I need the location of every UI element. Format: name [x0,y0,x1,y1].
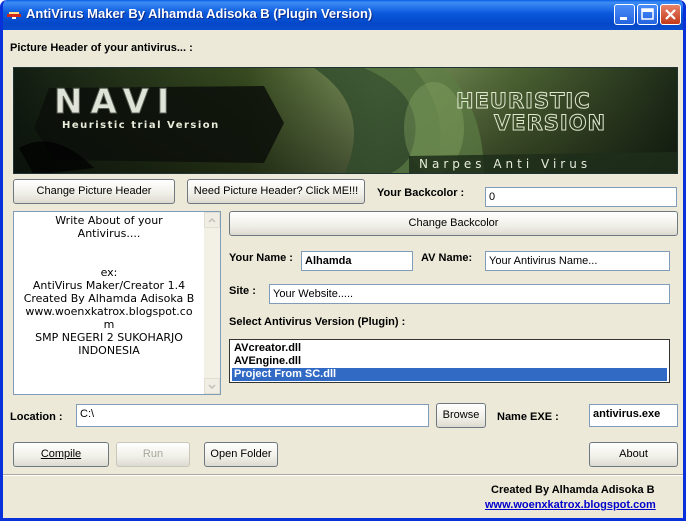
memo-line: www.woenxkatrox.blogspot.co [25,305,193,318]
scroll-down-button[interactable] [204,378,220,394]
header-picture: NAVI Heuristic trial Version HEURISTIC V… [13,67,678,174]
run-button[interactable]: Run [116,442,190,467]
credit-text: Created By Alhamda Adisoka B [491,484,655,496]
window-title: AntiVirus Maker By Alhamda Adisoka B (Pl… [26,6,373,21]
av-name-input[interactable]: Your Antivirus Name... [485,251,670,271]
site-input[interactable]: Your Website..... [269,284,670,304]
memo-line: SMP NEGERI 2 SUKOHARJO [35,331,183,344]
app-icon [7,12,21,19]
header-side-line1: HEURISTIC [456,89,591,113]
location-input[interactable]: C:\ [76,404,429,427]
about-button[interactable]: About [589,442,678,467]
exe-name-label: Name EXE : [497,411,559,423]
browse-button[interactable]: Browse [436,403,486,428]
about-memo[interactable]: Write About of your Antivirus.... ex: An… [13,211,221,395]
compile-button[interactable]: Compile [13,442,109,467]
website-link[interactable]: www.woenxkatrox.blogspot.com [485,499,656,511]
title-bar[interactable]: AntiVirus Maker By Alhamda Adisoka B (Pl… [3,0,683,30]
change-picture-header-button[interactable]: Change Picture Header [13,179,175,204]
memo-line: Antivirus.... [77,227,141,240]
memo-line: INDONESIA [78,344,140,357]
location-label: Location : [10,411,63,423]
chevron-up-icon [208,217,216,223]
version-option[interactable]: AVEngine.dll [232,355,667,368]
your-name-label: Your Name : [229,252,293,264]
memo-line: AntiVirus Maker/Creator 1.4 [32,279,186,292]
header-logo-text: NAVI [54,82,177,122]
memo-scrollbar[interactable] [204,212,220,394]
version-label: Select Antivirus Version (Plugin) : [229,316,406,328]
backcolor-label: Your Backcolor : [377,187,465,199]
compile-button-label: Compile [40,448,82,460]
version-listbox[interactable]: AVcreator.dll AVEngine.dll Project From … [229,339,670,383]
close-button[interactable] [660,4,681,25]
memo-line [14,253,204,266]
about-memo-text: Write About of your Antivirus.... ex: An… [14,214,204,357]
minimize-icon [620,17,627,20]
version-option[interactable]: AVcreator.dll [232,342,667,355]
header-side-line2: VERSION [494,111,606,135]
memo-line: Write About of your [55,214,163,227]
memo-line [14,240,204,253]
site-label: Site : [229,285,256,297]
maximize-icon [641,8,654,20]
memo-line: m [103,318,115,331]
header-tagline: Heuristic trial Version [62,120,220,131]
main-window: AntiVirus Maker By Alhamda Adisoka B (Pl… [0,0,686,521]
minimize-button[interactable] [614,4,635,25]
version-option-selected[interactable]: Project From SC.dll [232,368,667,381]
av-name-label: AV Name: [421,252,473,264]
need-picture-header-button[interactable]: Need Picture Header? Click ME!!! [187,179,365,204]
memo-line: Created By Alhamda Adisoka B [23,292,195,305]
header-picture-art: NAVI Heuristic trial Version HEURISTIC V… [14,68,677,173]
chevron-down-icon [208,384,216,390]
change-backcolor-button[interactable]: Change Backcolor [229,211,678,236]
header-banner-text: Narpes Anti Virus [419,157,591,171]
picture-header-label: Picture Header of your antivirus... : [10,42,193,54]
footer-divider [3,474,683,476]
your-name-input[interactable]: Alhamda [301,251,413,271]
scroll-up-button[interactable] [204,212,220,228]
memo-line: ex: [100,266,118,279]
close-icon [665,9,676,20]
backcolor-input[interactable]: 0 [485,187,677,207]
exe-name-input[interactable]: antivirus.exe [589,404,678,427]
maximize-button[interactable] [637,4,658,25]
open-folder-button[interactable]: Open Folder [204,442,278,467]
